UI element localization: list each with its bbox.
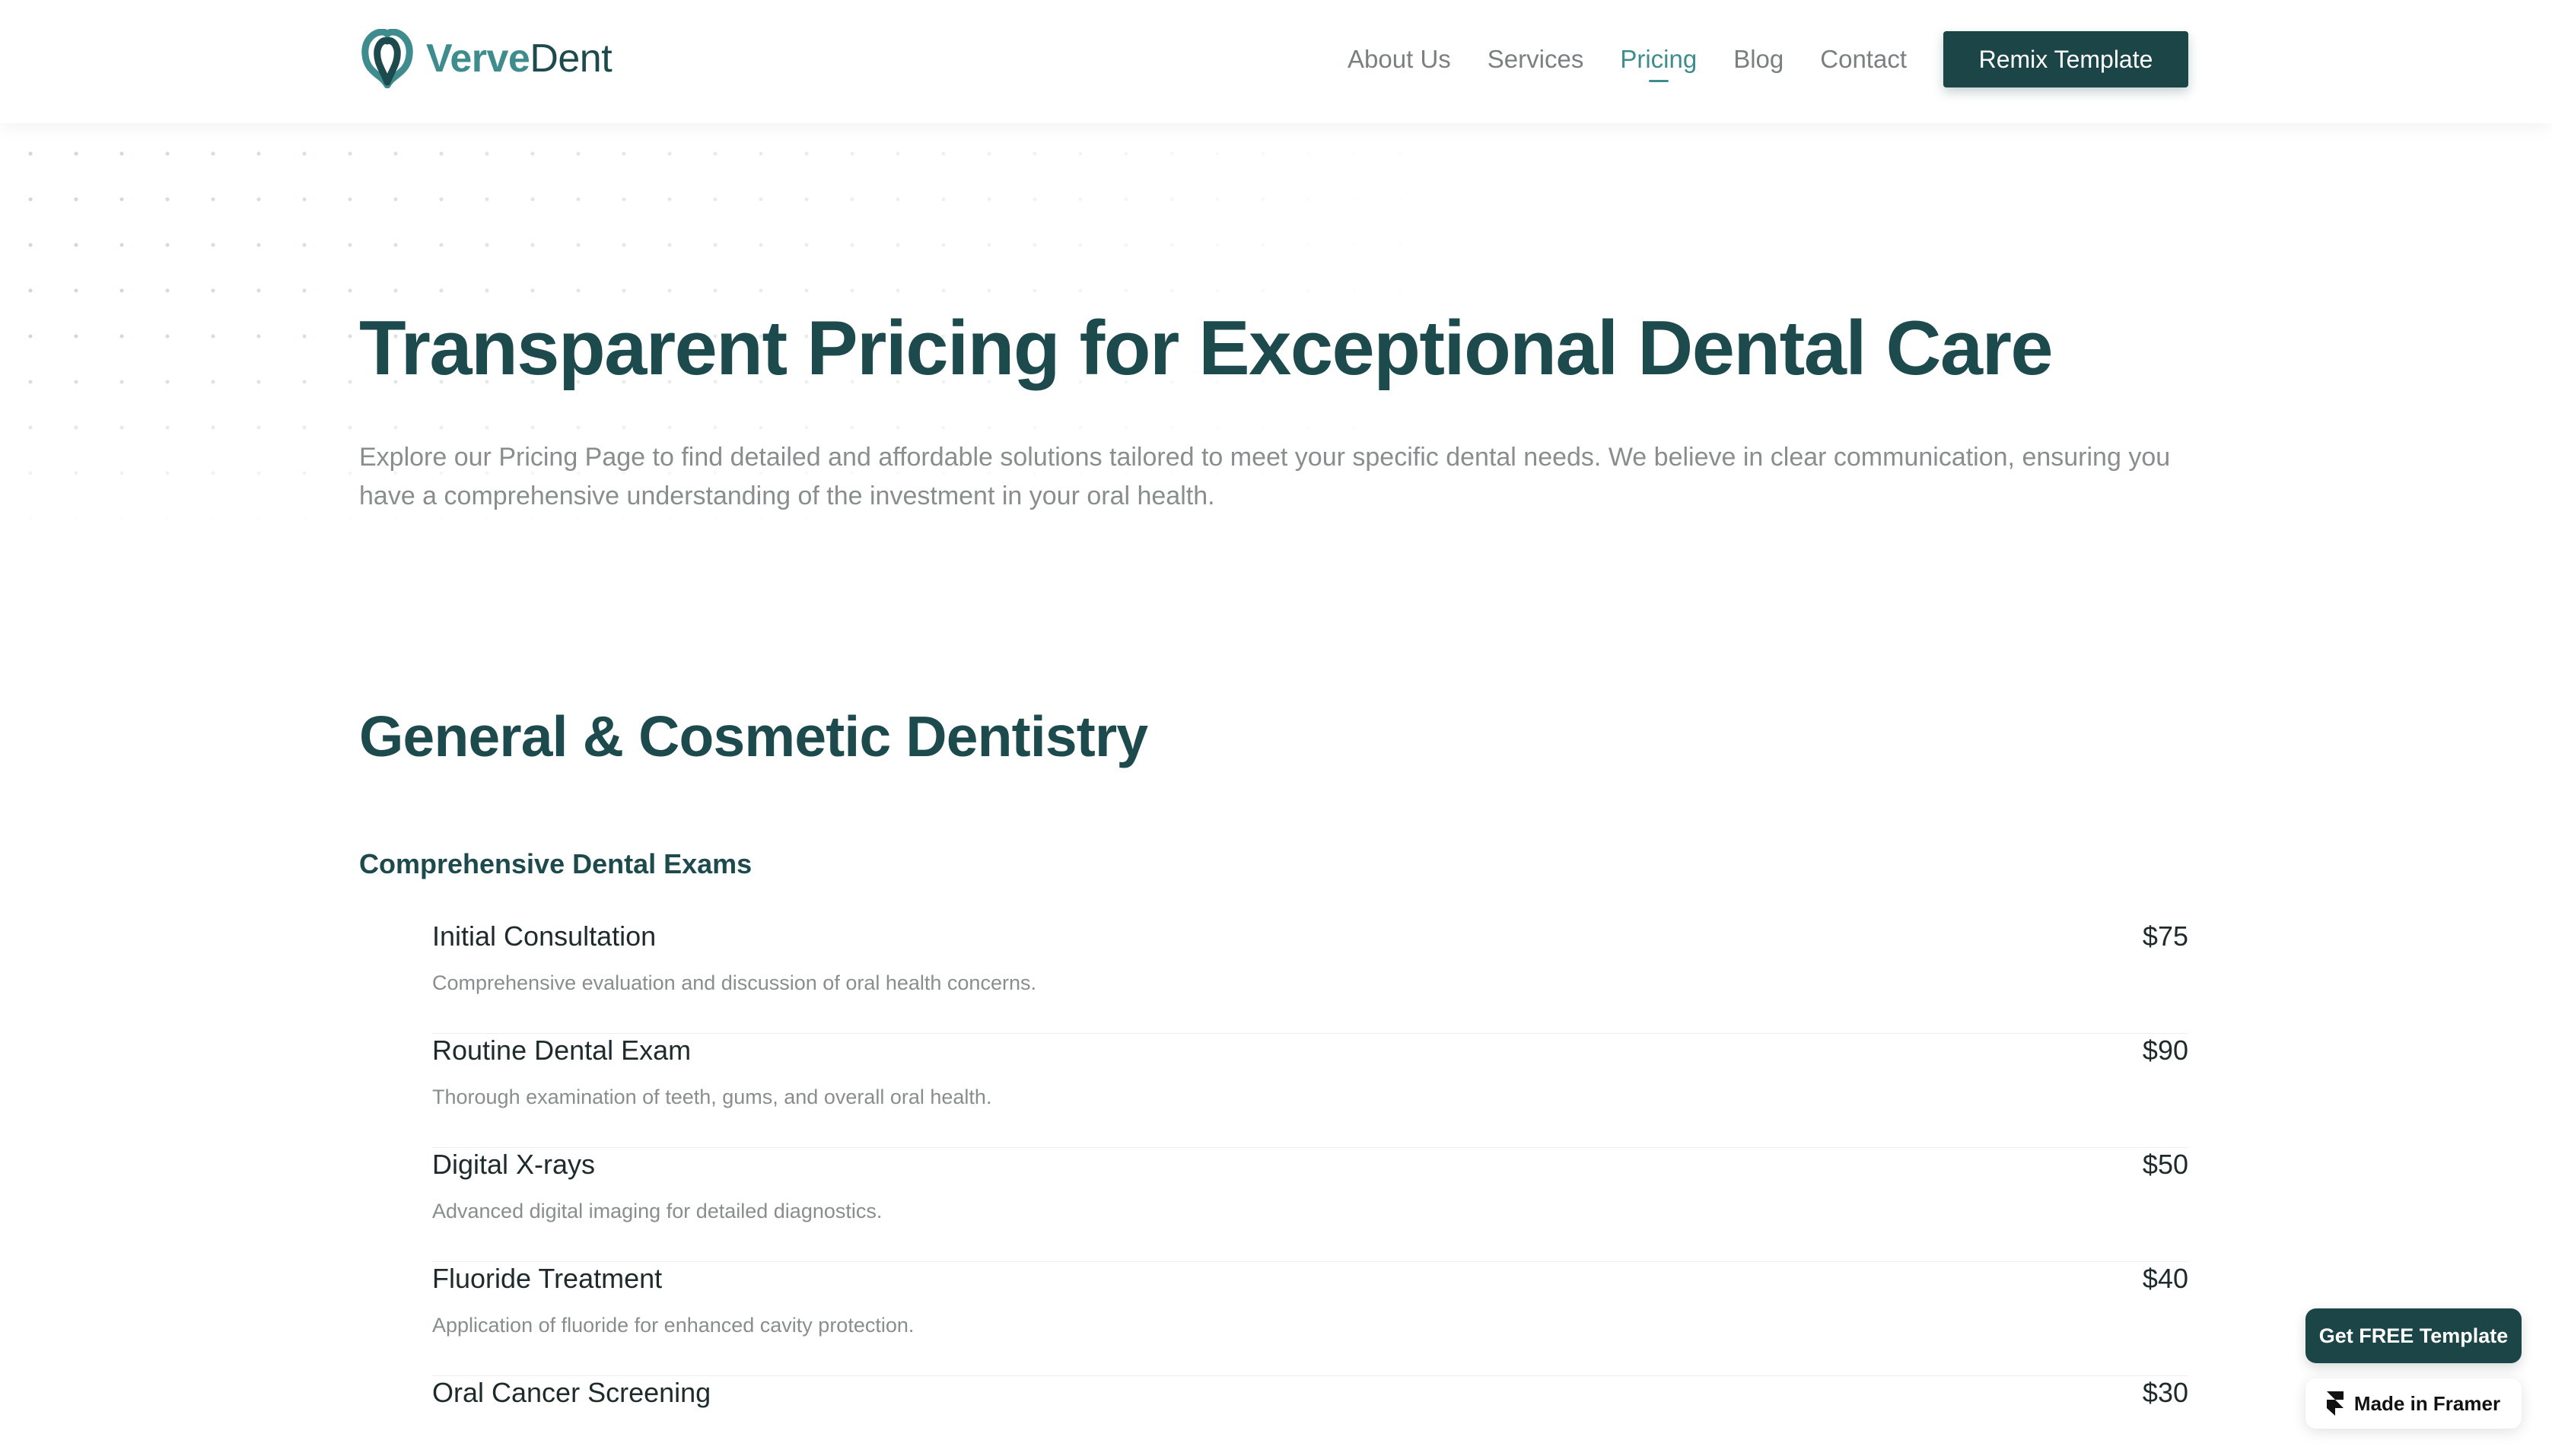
pricing-item: Routine Dental Exam $90 Thorough examina… [432,1034,2188,1149]
pricing-item-name: Oral Cancer Screening [432,1377,711,1409]
framer-badge-label: Made in Framer [2353,1391,2501,1415]
site-logo[interactable]: VerveDent [359,29,613,88]
pricing-item-description: Thorough examination of teeth, gums, and… [432,1086,992,1109]
logo-text-dent: Dent [530,37,613,81]
pricing-item-description: Advanced digital imaging for detailed di… [432,1200,883,1223]
pricing-section: General & Cosmetic Dentistry Comprehensi… [359,704,2188,1456]
tooth-logo-icon [361,29,413,88]
logo-text-verve: Verve [426,37,530,81]
nav-link-pricing[interactable]: Pricing [1620,30,1697,88]
pricing-item-price: $90 [2142,1035,2188,1067]
pricing-item-price: $50 [2142,1149,2188,1181]
pricing-item: Fluoride Treatment $40 Application of fl… [432,1262,2188,1377]
pricing-item-description: Application of fluoride for enhanced cav… [432,1314,915,1337]
nav-link-contact[interactable]: Contact [1820,30,1907,88]
get-free-template-button[interactable]: Get FREE Template [2305,1308,2522,1363]
nav-link-blog[interactable]: Blog [1733,30,1784,88]
pricing-list: Initial Consultation $75 Comprehensive e… [432,920,2188,1456]
hero-description: Explore our Pricing Page to find detaile… [359,443,2171,511]
site-header: VerveDent About Us Services Pricing Blog… [0,0,2552,123]
made-in-framer-badge[interactable]: Made in Framer [2305,1378,2522,1429]
pricing-item-price: $40 [2142,1263,2188,1295]
pricing-item-name: Initial Consultation [432,920,657,952]
pricing-item-name: Routine Dental Exam [432,1035,692,1067]
main-nav: About Us Services Pricing Blog Contact R… [1348,30,2188,88]
pricing-item: Digital X-rays $50 Advanced digital imag… [432,1148,2188,1263]
framer-icon [2326,1391,2344,1416]
nav-link-services[interactable]: Services [1488,30,1584,88]
page-title: Transparent Pricing for Exceptional Dent… [359,306,2054,391]
pricing-item-price: $75 [2142,920,2188,952]
pricing-item: Initial Consultation $75 Comprehensive e… [432,920,2188,1035]
pricing-item-description: Comprehensive evaluation and discussion … [432,971,1036,995]
pricing-item: Oral Cancer Screening $30 [432,1376,2188,1456]
hero-section: Transparent Pricing for Exceptional Dent… [359,304,2193,516]
pricing-item-name: Digital X-rays [432,1149,596,1181]
nav-link-about-us[interactable]: About Us [1348,30,1451,88]
pricing-item-price: $30 [2142,1377,2188,1409]
logo-wordmark: VerveDent [426,37,613,81]
section-title: General & Cosmetic Dentistry [359,704,1148,768]
remix-template-button[interactable]: Remix Template [1943,31,2188,87]
section-subtitle: Comprehensive Dental Exams [359,848,753,880]
pricing-item-name: Fluoride Treatment [432,1263,663,1295]
